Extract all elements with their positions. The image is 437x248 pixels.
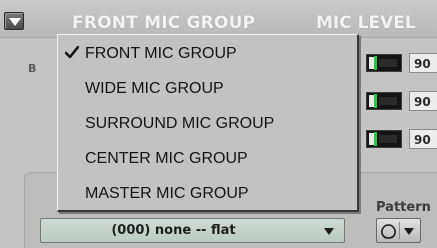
menu-item-label: MASTER MIC GROUP [85, 185, 249, 202]
level-meter[interactable] [366, 130, 402, 148]
group-popup-menu: FRONT MIC GROUP WIDE MIC GROUP SURROUND … [57, 34, 359, 212]
pattern-button[interactable] [376, 218, 421, 243]
polar-pattern-icon [381, 224, 396, 239]
pattern-label: Pattern [376, 200, 431, 215]
checkmark-icon [65, 46, 79, 59]
preset-value: (000) none -- flat [111, 223, 236, 238]
preset-dropdown[interactable]: (000) none -- flat [40, 218, 345, 243]
group-title[interactable]: FRONT MIC GROUP [72, 13, 255, 33]
menu-item-label: FRONT MIC GROUP [85, 45, 237, 62]
menu-item-label: WIDE MIC GROUP [85, 80, 224, 97]
group-dropdown-button[interactable] [4, 12, 24, 30]
level-value-field[interactable]: 90 [409, 91, 437, 111]
level-meter[interactable] [366, 54, 402, 72]
menu-item-label: CENTER MIC GROUP [85, 150, 248, 167]
menu-item-front-mic-group[interactable]: FRONT MIC GROUP [58, 37, 357, 71]
menu-item-label: SURROUND MIC GROUP [85, 115, 275, 132]
menu-item-surround-mic-group[interactable]: SURROUND MIC GROUP [58, 107, 357, 141]
level-value-field[interactable]: 90 [409, 129, 437, 149]
level-row: 90 [366, 128, 437, 152]
mic-level-header: MIC LEVEL [316, 13, 416, 33]
group-header: FRONT MIC GROUP MIC LEVEL [0, 0, 437, 38]
triangle-down-icon [404, 228, 414, 235]
menu-item-master-mic-group[interactable]: MASTER MIC GROUP [58, 177, 357, 211]
row-label: B [28, 62, 37, 75]
level-row: 90 [366, 52, 437, 76]
level-meter[interactable] [366, 92, 402, 110]
level-row: 90 [366, 90, 437, 114]
level-value-field[interactable]: 90 [409, 53, 437, 73]
triangle-down-icon [324, 228, 334, 235]
triangle-down-icon [9, 18, 21, 26]
menu-item-center-mic-group[interactable]: CENTER MIC GROUP [58, 142, 357, 176]
menu-item-wide-mic-group[interactable]: WIDE MIC GROUP [58, 72, 357, 106]
